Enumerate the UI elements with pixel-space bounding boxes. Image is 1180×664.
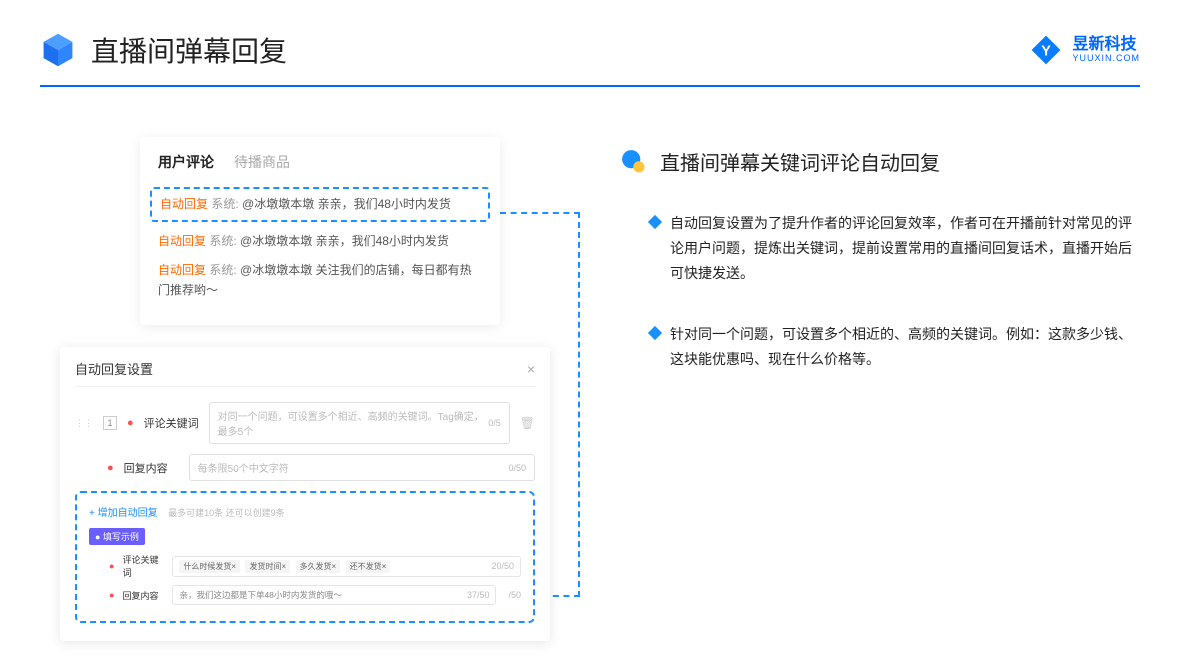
keyword-input[interactable]: 对同一个问题，可设置多个相近、高频的关键词。Tag确定，最多5个 0/5 <box>209 402 510 444</box>
tag-pill[interactable]: 发货时间× <box>245 560 290 573</box>
bullet-text: 自动回复设置为了提升作者的评论回复效率，作者可在开播前针对常见的评论用户问题，提… <box>670 211 1140 287</box>
brand-logo-icon: Y <box>1030 34 1062 66</box>
section-title: 直播间弹幕关键词评论自动回复 <box>660 147 940 176</box>
delete-icon[interactable]: 🗑 <box>520 416 535 430</box>
bullet-diamond-icon <box>648 325 662 339</box>
close-icon[interactable]: × <box>527 361 535 377</box>
reply-label: 回复内容 <box>124 460 179 476</box>
tab-user-comments[interactable]: 用户评论 <box>158 152 214 172</box>
example-box: + 增加自动回复 最多可建10条 还可以创建9条 ● 填写示例 ● 评论关键词 … <box>75 491 535 623</box>
comment-row: 自动回复 系统: @冰墩墩本墩 亲亲，我们48小时内发货 <box>158 232 482 251</box>
logo-cube-icon <box>40 32 76 68</box>
comments-card: 用户评论 待播商品 自动回复 系统: @冰墩墩本墩 亲亲，我们48小时内发货 自… <box>140 137 500 325</box>
add-auto-reply-link[interactable]: + 增加自动回复 <box>89 504 158 519</box>
svg-text:Y: Y <box>1042 44 1052 60</box>
auto-reply-settings-card: 自动回复设置 × ⋮⋮ 1 ● 评论关键词 对同一个问题，可设置多个相近、高频的… <box>60 347 550 641</box>
reply-input[interactable]: 每条限50个中文字符 0/50 <box>189 454 535 481</box>
row-number: 1 <box>103 416 117 430</box>
drag-handle-icon[interactable]: ⋮⋮ <box>75 418 93 429</box>
brand-url: YUUXIN.COM <box>1072 54 1140 64</box>
example-reply-input[interactable]: 亲，我们这边都是下单48小时内发货的哦～ 37/50 <box>172 585 496 605</box>
tag-pill[interactable]: 多久发货× <box>296 560 341 573</box>
settings-title: 自动回复设置 <box>75 359 153 378</box>
bullet-text: 针对同一个问题，可设置多个相近的、高频的关键词。例如：这款多少钱、这块能优惠吗、… <box>670 322 1140 372</box>
bullet-diamond-icon <box>648 215 662 229</box>
keyword-label: 评论关键词 <box>144 415 199 431</box>
tag-pill[interactable]: 什么时候发货× <box>179 560 240 573</box>
comment-row: 自动回复 系统: @冰墩墩本墩 关注我们的店铺，每日都有热门推荐哟～ <box>158 261 482 299</box>
tab-pending-products[interactable]: 待播商品 <box>234 152 290 172</box>
example-badge: ● 填写示例 <box>89 528 145 545</box>
comment-row-highlighted: 自动回复 系统: @冰墩墩本墩 亲亲，我们48小时内发货 <box>150 187 490 222</box>
tag-pill[interactable]: 还不发货× <box>346 560 391 573</box>
section-chat-icon <box>620 148 648 176</box>
brand-name: 昱新科技 <box>1072 36 1140 54</box>
page-title: 直播间弹幕回复 <box>91 30 287 70</box>
example-keyword-input[interactable]: 什么时候发货× 发货时间× 多久发货× 还不发货× 20/50 <box>172 556 521 577</box>
